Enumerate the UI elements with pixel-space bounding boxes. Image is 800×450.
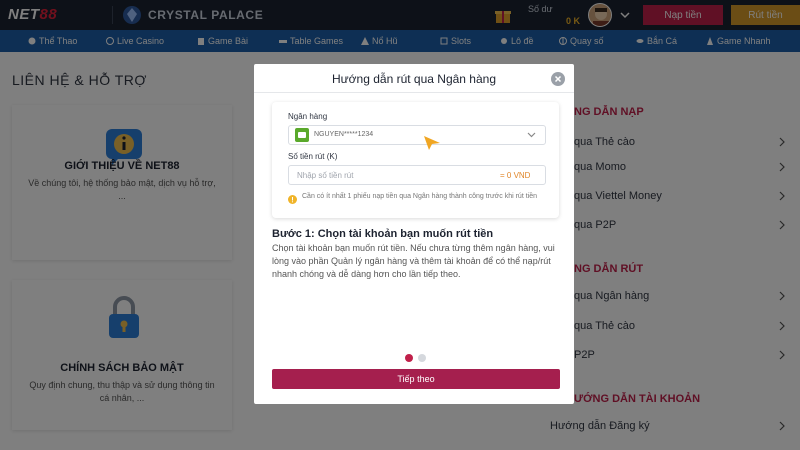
amount-label: Số tiền rút (K) bbox=[288, 152, 338, 161]
amount-vnd-value: = 0 VND bbox=[500, 171, 531, 180]
withdraw-guide-modal: Hướng dẫn rút qua Ngân hàng Ngân hàng NG… bbox=[254, 64, 574, 404]
withdraw-form-preview: Ngân hàng NGUYEN*****1234 Số tiền rút (K… bbox=[272, 102, 559, 218]
step-description: Chọn tài khoản bạn muốn rút tiền. Nếu ch… bbox=[272, 243, 555, 279]
close-icon bbox=[554, 75, 562, 83]
pagination-dot[interactable] bbox=[418, 354, 426, 362]
step-title: Bước 1: Chọn tài khoản bạn muốn rút tiền bbox=[272, 228, 494, 240]
page: NET88 CRYSTAL PALACE Số dư 0 K Nạp tiền … bbox=[0, 0, 800, 450]
bank-label: Ngân hàng bbox=[288, 112, 328, 121]
chevron-down-icon bbox=[527, 132, 536, 138]
bank-account-value: NGUYEN*****1234 bbox=[314, 131, 374, 138]
warning-icon bbox=[288, 195, 297, 204]
next-button[interactable]: Tiếp theo bbox=[272, 369, 560, 389]
pagination-dot-active[interactable] bbox=[405, 354, 413, 362]
deposit-requirement-note: Cần có ít nhất 1 phiếu nạp tiền qua Ngân… bbox=[302, 193, 537, 200]
modal-title: Hướng dẫn rút qua Ngân hàng bbox=[331, 72, 496, 86]
close-button[interactable] bbox=[551, 72, 565, 86]
bank-logo-icon bbox=[295, 128, 309, 142]
modal-divider bbox=[254, 92, 574, 93]
pointer-cursor-icon bbox=[424, 136, 440, 150]
